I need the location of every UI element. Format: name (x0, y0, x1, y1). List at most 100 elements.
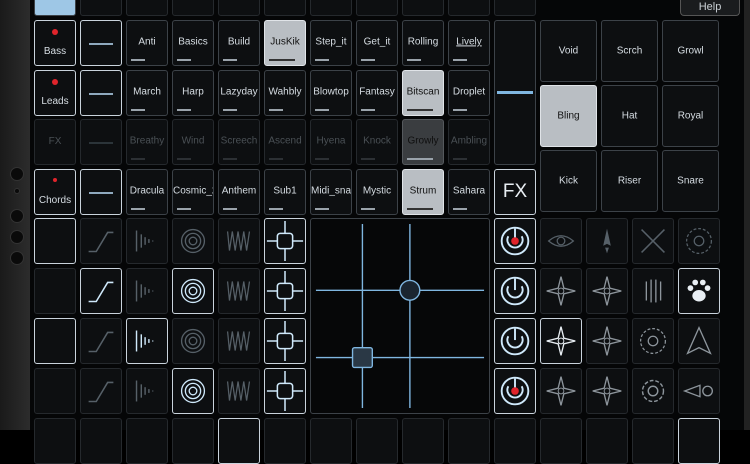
top-partial-pad[interactable] (448, 0, 490, 16)
bottom-partial-pad[interactable] (448, 418, 490, 464)
sound-pad-march[interactable]: March (126, 70, 168, 116)
bottom-partial-pad[interactable] (632, 418, 674, 464)
fx-pad-kick[interactable]: Kick (540, 150, 597, 212)
param-pad[interactable] (172, 368, 214, 414)
track-button-leads[interactable]: Leads (34, 70, 76, 116)
param-pad[interactable] (264, 218, 306, 264)
bottom-partial-pad[interactable] (264, 418, 306, 464)
sound-pad-wind[interactable]: Wind (172, 119, 214, 165)
sound-pad-blowtop[interactable]: Blowtop (310, 70, 352, 116)
bottom-partial-pad[interactable] (172, 418, 214, 464)
bottom-partial-pad[interactable] (126, 418, 168, 464)
sound-pad-anthem[interactable]: Anthem (218, 169, 260, 215)
fx-pad-bling[interactable]: Bling (540, 85, 597, 147)
sound-pad-wahbly[interactable]: Wahbly (264, 70, 306, 116)
bottom-partial-pad[interactable] (356, 418, 398, 464)
effect-pad[interactable] (678, 368, 720, 414)
top-partial-pad[interactable] (34, 0, 76, 16)
track-button-chords[interactable]: Chords (34, 169, 76, 215)
sound-pad-dracula[interactable]: Dracula (126, 169, 168, 215)
sound-pad-anti[interactable]: Anti (126, 20, 168, 66)
bottom-partial-pad[interactable] (494, 418, 536, 464)
effect-pad[interactable] (540, 218, 582, 264)
top-partial-pad[interactable] (126, 0, 168, 16)
param-pad[interactable] (264, 368, 306, 414)
effect-pad[interactable] (678, 218, 720, 264)
sound-pad-screech[interactable]: Screech (218, 119, 260, 165)
track-volume-button[interactable] (80, 119, 122, 165)
param-pad[interactable] (218, 368, 260, 414)
effect-pad[interactable] (540, 318, 582, 364)
param-pad[interactable] (80, 218, 122, 264)
top-partial-pad[interactable] (80, 0, 122, 16)
sound-pad-mystic[interactable]: Mystic (356, 169, 398, 215)
target-pad[interactable] (494, 218, 536, 264)
param-pad[interactable] (264, 318, 306, 364)
bottom-partial-pad[interactable] (34, 418, 76, 464)
track-button-bass[interactable]: Bass (34, 20, 76, 66)
fx-pad-void[interactable]: Void (540, 20, 597, 82)
top-partial-pad[interactable] (402, 0, 444, 16)
sound-pad-midi_sna[interactable]: Midi_sna (310, 169, 352, 215)
param-pad[interactable] (80, 368, 122, 414)
bottom-partial-pad[interactable] (540, 418, 582, 464)
sound-pad-hyena[interactable]: Hyena (310, 119, 352, 165)
track-volume-button[interactable] (80, 70, 122, 116)
effect-pad[interactable] (540, 268, 582, 314)
sound-pad-lively[interactable]: Lively (448, 20, 490, 66)
fx-button[interactable]: FX (494, 169, 536, 215)
top-partial-pad[interactable] (356, 0, 398, 16)
param-pad[interactable] (172, 318, 214, 364)
track-volume-button[interactable] (80, 169, 122, 215)
fx-pad-hat[interactable]: Hat (601, 85, 658, 147)
sound-pad-rolling[interactable]: Rolling (402, 20, 444, 66)
sound-pad-step_it[interactable]: Step_it (310, 20, 352, 66)
param-pad[interactable] (218, 218, 260, 264)
sound-pad-lazyday[interactable]: Lazyday (218, 70, 260, 116)
effect-pad[interactable] (586, 368, 628, 414)
param-pad[interactable] (218, 318, 260, 364)
effect-pad[interactable] (586, 318, 628, 364)
sound-pad-basics[interactable]: Basics (172, 20, 214, 66)
param-pad[interactable] (34, 218, 76, 264)
param-pad[interactable] (126, 318, 168, 364)
sound-pad-growly[interactable]: Growly (402, 119, 444, 165)
top-partial-pad[interactable] (218, 0, 260, 16)
fx-pad-growl[interactable]: Growl (662, 20, 719, 82)
param-pad[interactable] (218, 268, 260, 314)
sound-pad-sahara[interactable]: Sahara (448, 169, 490, 215)
effect-pad[interactable] (586, 218, 628, 264)
sound-pad-sub1[interactable]: Sub1 (264, 169, 306, 215)
track-button-fx[interactable]: FX (34, 119, 76, 165)
top-partial-pad[interactable] (264, 0, 306, 16)
bottom-partial-pad[interactable] (218, 418, 260, 464)
param-pad[interactable] (34, 268, 76, 314)
param-pad[interactable] (126, 368, 168, 414)
top-partial-pad[interactable] (310, 0, 352, 16)
sound-pad-ambling[interactable]: Ambling (448, 119, 490, 165)
effect-pad[interactable] (678, 268, 720, 314)
sound-pad-fantasy[interactable]: Fantasy (356, 70, 398, 116)
xy-pad[interactable] (310, 218, 490, 414)
param-pad[interactable] (34, 368, 76, 414)
fx-pad-royal[interactable]: Royal (662, 85, 719, 147)
effect-pad[interactable] (632, 368, 674, 414)
bottom-partial-pad[interactable] (402, 418, 444, 464)
effect-pad[interactable] (540, 368, 582, 414)
sound-pad-bitscan[interactable]: Bitscan (402, 70, 444, 116)
sound-pad-droplet[interactable]: Droplet (448, 70, 490, 116)
target-pad[interactable] (494, 368, 536, 414)
bottom-partial-pad[interactable] (80, 418, 122, 464)
fx-pad-scrch[interactable]: Scrch (601, 20, 658, 82)
effect-pad[interactable] (586, 268, 628, 314)
top-partial-pad[interactable] (494, 0, 536, 16)
sound-pad-get_it[interactable]: Get_it (356, 20, 398, 66)
target-pad[interactable] (494, 268, 536, 314)
effect-pad[interactable] (632, 268, 674, 314)
bottom-partial-pad[interactable] (586, 418, 628, 464)
fx-pad-riser[interactable]: Riser (601, 150, 658, 212)
sound-pad-build[interactable]: Build (218, 20, 260, 66)
param-pad[interactable] (172, 268, 214, 314)
param-pad[interactable] (34, 318, 76, 364)
param-pad[interactable] (264, 268, 306, 314)
